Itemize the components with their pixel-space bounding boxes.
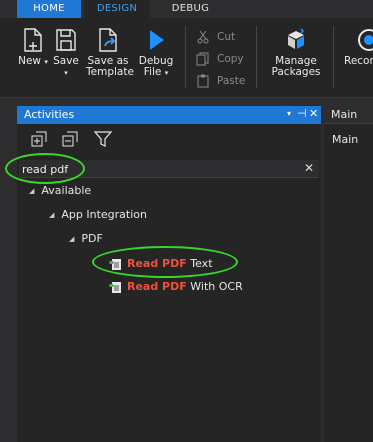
new-button[interactable]: New ▾ (18, 18, 48, 96)
tree-node-label: PDF (81, 232, 103, 245)
filter-icon[interactable] (93, 131, 113, 150)
save-as-template-button[interactable]: Save as Template (86, 18, 134, 96)
main-tab-label: Main (331, 108, 358, 121)
activity-name-match: Read PDF (127, 257, 187, 270)
chevron-down-icon: ▾ (64, 69, 68, 77)
panel-menu-icon[interactable]: ▾ (287, 109, 291, 118)
expanded-arrow-icon: ◢ (69, 235, 75, 243)
tree-node-pdf[interactable]: ◢ PDF (69, 231, 103, 247)
save-as-template-label-line2: Template (86, 66, 134, 78)
ribbon-tab-strip: HOME DESIGN DEBUG (0, 0, 373, 18)
record-button[interactable]: Recor (340, 18, 373, 96)
expanded-arrow-icon: ◢ (49, 211, 55, 219)
activities-panel-title: Activities (24, 108, 75, 121)
tree-node-label: App Integration (61, 208, 147, 221)
ribbon-separator (333, 26, 334, 88)
packages-icon (288, 28, 305, 49)
paste-label: Paste (217, 75, 246, 87)
expanded-arrow-icon: ◢ (29, 187, 35, 195)
tab-home[interactable]: HOME (17, 0, 81, 18)
activities-search-input[interactable] (22, 161, 292, 177)
activity-read-pdf-with-ocr[interactable]: Read PDF With OCR (109, 279, 243, 295)
main-designer-panel: Main (324, 124, 373, 442)
tree-node-app-integration[interactable]: ◢ App Integration (49, 207, 147, 223)
activity-name-rest: With OCR (186, 280, 243, 293)
copy-label: Copy (217, 53, 244, 65)
left-gutter (0, 98, 17, 442)
tab-debug[interactable]: DEBUG (153, 0, 228, 18)
chevron-down-icon: ▾ (44, 58, 48, 66)
activities-panel: ✕ ◢ Available ◢ App Integration ◢ PDF Read … (17, 124, 321, 442)
activities-panel-header: Activities ▾ ⊣ ✕ (17, 106, 321, 124)
ribbon-toolbar: New ▾ Save ▾ Save as Template Debug File… (0, 18, 373, 98)
pin-icon[interactable]: ⊣ (297, 107, 307, 120)
tree-node-label: Available (41, 184, 92, 197)
chevron-down-icon: ▾ (164, 69, 169, 77)
ribbon-separator (256, 26, 257, 88)
save-as-template-icon (99, 28, 117, 52)
debug-file-button[interactable]: Debug File ▾ (136, 18, 176, 96)
save-label: Save ▾ (53, 55, 79, 78)
manage-packages-button[interactable]: Manage Packages (267, 18, 325, 96)
copy-icon (196, 52, 209, 66)
paste-icon (197, 74, 209, 88)
activity-name-match: Read PDF (127, 280, 187, 293)
record-label: Recor (344, 55, 373, 67)
tree-node-available[interactable]: ◢ Available (29, 183, 91, 199)
read-pdf-ocr-icon (109, 281, 121, 293)
collapse-all-icon[interactable] (62, 131, 78, 150)
save-button[interactable]: Save ▾ (51, 18, 81, 96)
close-icon[interactable]: ✕ (309, 107, 318, 120)
main-breadcrumb: Main (332, 133, 359, 146)
save-icon (56, 29, 76, 51)
new-file-icon (24, 28, 42, 52)
debug-label-line2: File ▾ (143, 66, 169, 78)
main-document-tab[interactable]: Main (324, 106, 373, 124)
record-icon (358, 29, 373, 51)
read-pdf-icon (109, 258, 121, 270)
activity-name-rest: Text (186, 257, 213, 270)
play-icon (150, 30, 164, 50)
clear-search-icon[interactable]: ✕ (304, 161, 314, 175)
scissors-icon (197, 30, 209, 44)
activities-search: ✕ (19, 160, 319, 178)
cut-label: Cut (217, 31, 236, 43)
tab-design[interactable]: DESIGN (84, 0, 150, 18)
manage-label-line2: Packages (271, 66, 321, 78)
expand-all-icon[interactable] (31, 131, 47, 150)
ribbon-separator (185, 26, 186, 88)
activity-read-pdf-text[interactable]: Read PDF Text (109, 256, 213, 272)
new-label: New ▾ (18, 55, 48, 67)
